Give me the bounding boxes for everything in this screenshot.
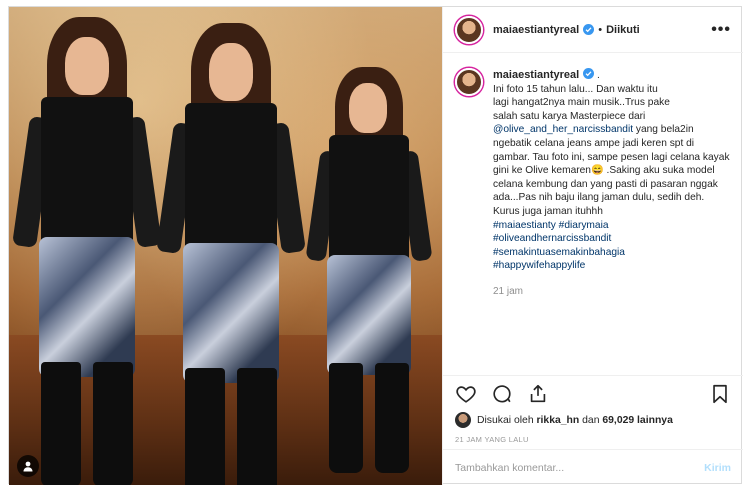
caption-relative-time: 21 jam xyxy=(493,285,524,297)
header-separator: • xyxy=(598,23,603,36)
more-options-button[interactable]: ••• xyxy=(711,21,731,39)
header-username[interactable]: maiaestiantyreal xyxy=(493,24,579,36)
post-photo[interactable] xyxy=(9,7,442,485)
caption-username[interactable]: maiaestiantyreal xyxy=(493,69,579,81)
post-sidebar: maiaestiantyreal • Diikuti ••• maiaestia… xyxy=(442,7,743,485)
instagram-post: maiaestiantyreal • Diikuti ••• maiaestia… xyxy=(8,6,743,485)
follow-status-button[interactable]: Diikuti xyxy=(606,24,640,36)
verified-icon xyxy=(583,68,595,79)
comment-bar: Kirim xyxy=(443,449,743,485)
likes-summary: Disukai oleh rikka_hn dan 69,029 lainnya xyxy=(455,411,731,429)
verified-icon xyxy=(583,24,595,35)
post-comment-button[interactable]: Kirim xyxy=(704,462,731,474)
likes-middle: dan xyxy=(582,414,600,426)
hashtag-link[interactable]: #happywifehappylife xyxy=(493,259,731,273)
liker-avatar[interactable] xyxy=(455,412,471,428)
caption-avatar[interactable] xyxy=(455,68,483,96)
heart-icon[interactable] xyxy=(455,383,477,405)
caption-area: maiaestiantyreal . Ini foto 15 tahun lal… xyxy=(443,54,743,372)
hashtag-link[interactable]: #semakintuasemakinbahagia xyxy=(493,246,731,260)
caption-line: Ini foto 15 tahun lalu... Dan waktu itu xyxy=(493,83,658,95)
user-tag-icon[interactable] xyxy=(17,455,39,477)
photo-figure-left xyxy=(12,17,162,485)
hashtag-link[interactable]: #maiaestianty #diarymaia xyxy=(493,219,731,233)
likes-count[interactable]: 69,029 lainnya xyxy=(602,415,672,426)
caption-line: lagi hangat2nya main musik..Trus pake xyxy=(493,97,670,109)
caption-line: salah satu karya Masterpiece dari xyxy=(493,110,646,122)
liker-username[interactable]: rikka_hn xyxy=(537,415,580,426)
photo-figure-right xyxy=(305,67,433,485)
photo-figure-center xyxy=(156,23,306,485)
hashtag-link[interactable]: #oliveandhernarcissbandit xyxy=(493,232,731,246)
comment-icon[interactable] xyxy=(491,383,513,405)
post-header: maiaestiantyreal • Diikuti ••• xyxy=(443,7,743,53)
action-bar xyxy=(443,375,743,411)
bookmark-icon[interactable] xyxy=(709,383,731,405)
caption-trailing: . xyxy=(594,70,600,81)
likes-prefix: Disukai oleh xyxy=(477,414,534,426)
avatar[interactable] xyxy=(455,15,483,44)
post-date: 21 JAM YANG LALU xyxy=(455,435,529,444)
comment-input[interactable] xyxy=(455,461,705,474)
share-icon[interactable] xyxy=(527,383,549,405)
emoji: 😄 xyxy=(590,165,604,177)
caption-text: maiaestiantyreal . Ini foto 15 tahun lal… xyxy=(493,68,731,358)
caption-mention-link[interactable]: @olive_and_her_narcissbandit xyxy=(493,124,633,135)
